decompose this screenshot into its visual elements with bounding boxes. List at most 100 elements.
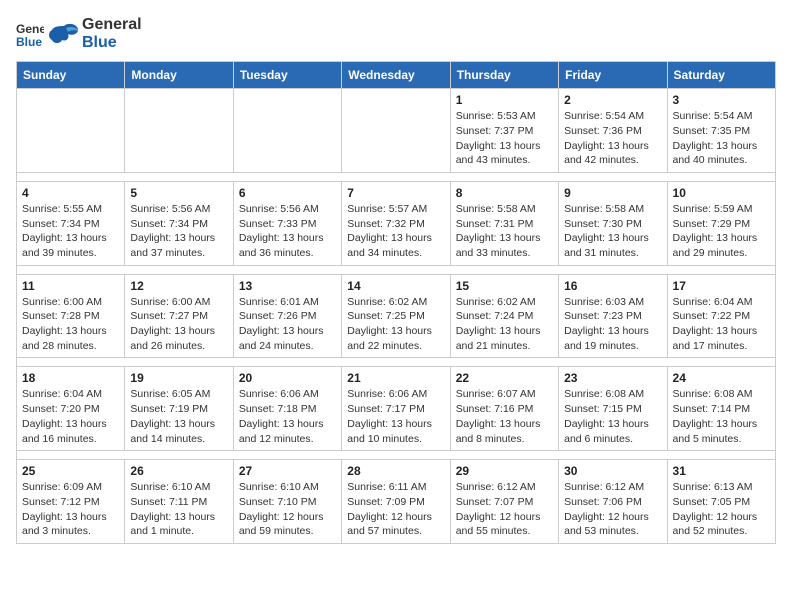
day-number: 20 (239, 371, 336, 385)
calendar-cell: 24 Sunrise: 6:08 AM Sunset: 7:14 PM Dayli… (667, 367, 775, 451)
calendar-week-1: 1 Sunrise: 5:53 AM Sunset: 7:37 PM Daylig… (17, 89, 776, 173)
day-number: 11 (22, 279, 119, 293)
calendar-cell: 9 Sunrise: 5:58 AM Sunset: 7:30 PM Daylig… (559, 181, 667, 265)
spacer-row (17, 172, 776, 181)
spacer-row (17, 451, 776, 460)
logo-blue-text: Blue (82, 34, 142, 52)
calendar-cell: 12 Sunrise: 6:00 AM Sunset: 7:27 PM Dayli… (125, 274, 233, 358)
day-number: 15 (456, 279, 553, 293)
day-header-saturday: Saturday (667, 62, 775, 89)
day-number: 24 (673, 371, 770, 385)
day-info: Sunrise: 6:04 AM Sunset: 7:22 PM Dayligh… (673, 295, 770, 354)
calendar-cell: 3Sunrise: 5:54 AM Sunset: 7:35 PM Daylig… (667, 89, 775, 173)
calendar-week-3: 11 Sunrise: 6:00 AM Sunset: 7:28 PM Dayli… (17, 274, 776, 358)
calendar-week-4: 18 Sunrise: 6:04 AM Sunset: 7:20 PM Dayli… (17, 367, 776, 451)
day-info: Sunrise: 6:07 AM Sunset: 7:16 PM Dayligh… (456, 387, 553, 446)
calendar-cell: 11 Sunrise: 6:00 AM Sunset: 7:28 PM Dayli… (17, 274, 125, 358)
day-info: Sunrise: 6:08 AM Sunset: 7:14 PM Dayligh… (673, 387, 770, 446)
day-number: 21 (347, 371, 444, 385)
calendar-cell: 17 Sunrise: 6:04 AM Sunset: 7:22 PM Dayli… (667, 274, 775, 358)
calendar-header-row: SundayMondayTuesdayWednesdayThursdayFrid… (17, 62, 776, 89)
calendar-cell: 20Sunrise: 6:06 AM Sunset: 7:18 PM Dayli… (233, 367, 341, 451)
day-info: Sunrise: 6:11 AM Sunset: 7:09 PM Dayligh… (347, 480, 444, 539)
calendar-cell: 2Sunrise: 5:54 AM Sunset: 7:36 PM Daylig… (559, 89, 667, 173)
day-info: Sunrise: 5:58 AM Sunset: 7:30 PM Dayligh… (564, 202, 661, 261)
day-number: 7 (347, 186, 444, 200)
calendar-cell: 30 Sunrise: 6:12 AM Sunset: 7:06 PM Dayli… (559, 460, 667, 544)
spacer-row (17, 358, 776, 367)
day-info: Sunrise: 6:09 AM Sunset: 7:12 PM Dayligh… (22, 480, 119, 539)
calendar-cell: 5 Sunrise: 5:56 AM Sunset: 7:34 PM Daylig… (125, 181, 233, 265)
svg-text:General: General (16, 22, 44, 36)
calendar-cell: 15 Sunrise: 6:02 AM Sunset: 7:24 PM Dayli… (450, 274, 558, 358)
calendar-cell: 19 Sunrise: 6:05 AM Sunset: 7:19 PM Dayli… (125, 367, 233, 451)
calendar-week-2: 4 Sunrise: 5:55 AM Sunset: 7:34 PM Daylig… (17, 181, 776, 265)
day-info: Sunrise: 6:00 AM Sunset: 7:28 PM Dayligh… (22, 295, 119, 354)
calendar-cell: 13 Sunrise: 6:01 AM Sunset: 7:26 PM Dayli… (233, 274, 341, 358)
day-info: Sunrise: 6:01 AM Sunset: 7:26 PM Dayligh… (239, 295, 336, 354)
day-info: Sunrise: 6:06 AM Sunset: 7:17 PM Dayligh… (347, 387, 444, 446)
calendar-cell: 21 Sunrise: 6:06 AM Sunset: 7:17 PM Dayli… (342, 367, 450, 451)
day-info: Sunrise: 5:58 AM Sunset: 7:31 PM Dayligh… (456, 202, 553, 261)
day-number: 30 (564, 464, 661, 478)
calendar-cell (342, 89, 450, 173)
logo-icon: General Blue (16, 20, 44, 48)
day-info: Sunrise: 5:56 AM Sunset: 7:34 PM Dayligh… (130, 202, 227, 261)
day-number: 5 (130, 186, 227, 200)
calendar-cell: 18 Sunrise: 6:04 AM Sunset: 7:20 PM Dayli… (17, 367, 125, 451)
day-number: 10 (673, 186, 770, 200)
day-number: 13 (239, 279, 336, 293)
day-header-thursday: Thursday (450, 62, 558, 89)
calendar-cell: 23Sunrise: 6:08 AM Sunset: 7:15 PM Dayli… (559, 367, 667, 451)
day-info: Sunrise: 6:05 AM Sunset: 7:19 PM Dayligh… (130, 387, 227, 446)
day-info: Sunrise: 5:59 AM Sunset: 7:29 PM Dayligh… (673, 202, 770, 261)
day-number: 14 (347, 279, 444, 293)
day-number: 23 (564, 371, 661, 385)
calendar-cell: 4 Sunrise: 5:55 AM Sunset: 7:34 PM Daylig… (17, 181, 125, 265)
day-info: Sunrise: 6:02 AM Sunset: 7:25 PM Dayligh… (347, 295, 444, 354)
calendar-cell: 6 Sunrise: 5:56 AM Sunset: 7:33 PM Daylig… (233, 181, 341, 265)
day-number: 17 (673, 279, 770, 293)
day-info: Sunrise: 6:00 AM Sunset: 7:27 PM Dayligh… (130, 295, 227, 354)
day-number: 9 (564, 186, 661, 200)
day-info: Sunrise: 6:03 AM Sunset: 7:23 PM Dayligh… (564, 295, 661, 354)
day-info: Sunrise: 6:13 AM Sunset: 7:05 PM Dayligh… (673, 480, 770, 539)
day-info: Sunrise: 5:53 AM Sunset: 7:37 PM Dayligh… (456, 109, 553, 168)
calendar-cell (17, 89, 125, 173)
logo-bird-icon (48, 22, 80, 46)
day-info: Sunrise: 6:10 AM Sunset: 7:10 PM Dayligh… (239, 480, 336, 539)
day-info: Sunrise: 6:10 AM Sunset: 7:11 PM Dayligh… (130, 480, 227, 539)
calendar-cell: 27Sunrise: 6:10 AM Sunset: 7:10 PM Dayli… (233, 460, 341, 544)
day-info: Sunrise: 5:57 AM Sunset: 7:32 PM Dayligh… (347, 202, 444, 261)
day-number: 4 (22, 186, 119, 200)
day-info: Sunrise: 5:56 AM Sunset: 7:33 PM Dayligh… (239, 202, 336, 261)
calendar-cell: 31Sunrise: 6:13 AM Sunset: 7:05 PM Dayli… (667, 460, 775, 544)
day-info: Sunrise: 5:54 AM Sunset: 7:36 PM Dayligh… (564, 109, 661, 168)
day-header-tuesday: Tuesday (233, 62, 341, 89)
page-header: General Blue General Blue (16, 16, 776, 51)
day-number: 19 (130, 371, 227, 385)
day-header-sunday: Sunday (17, 62, 125, 89)
day-info: Sunrise: 6:02 AM Sunset: 7:24 PM Dayligh… (456, 295, 553, 354)
calendar-cell: 7 Sunrise: 5:57 AM Sunset: 7:32 PM Daylig… (342, 181, 450, 265)
day-info: Sunrise: 6:04 AM Sunset: 7:20 PM Dayligh… (22, 387, 119, 446)
calendar-cell: 29Sunrise: 6:12 AM Sunset: 7:07 PM Dayli… (450, 460, 558, 544)
day-number: 25 (22, 464, 119, 478)
day-info: Sunrise: 6:12 AM Sunset: 7:06 PM Dayligh… (564, 480, 661, 539)
calendar-cell: 22Sunrise: 6:07 AM Sunset: 7:16 PM Dayli… (450, 367, 558, 451)
day-number: 12 (130, 279, 227, 293)
day-header-friday: Friday (559, 62, 667, 89)
day-header-monday: Monday (125, 62, 233, 89)
day-number: 6 (239, 186, 336, 200)
day-number: 26 (130, 464, 227, 478)
day-number: 16 (564, 279, 661, 293)
calendar-cell: 16 Sunrise: 6:03 AM Sunset: 7:23 PM Dayli… (559, 274, 667, 358)
calendar-cell: 25 Sunrise: 6:09 AM Sunset: 7:12 PM Dayli… (17, 460, 125, 544)
day-number: 18 (22, 371, 119, 385)
calendar-week-5: 25 Sunrise: 6:09 AM Sunset: 7:12 PM Dayli… (17, 460, 776, 544)
svg-text:Blue: Blue (16, 35, 42, 48)
day-info: Sunrise: 6:12 AM Sunset: 7:07 PM Dayligh… (456, 480, 553, 539)
day-number: 1 (456, 93, 553, 107)
day-number: 3 (673, 93, 770, 107)
day-info: Sunrise: 5:55 AM Sunset: 7:34 PM Dayligh… (22, 202, 119, 261)
